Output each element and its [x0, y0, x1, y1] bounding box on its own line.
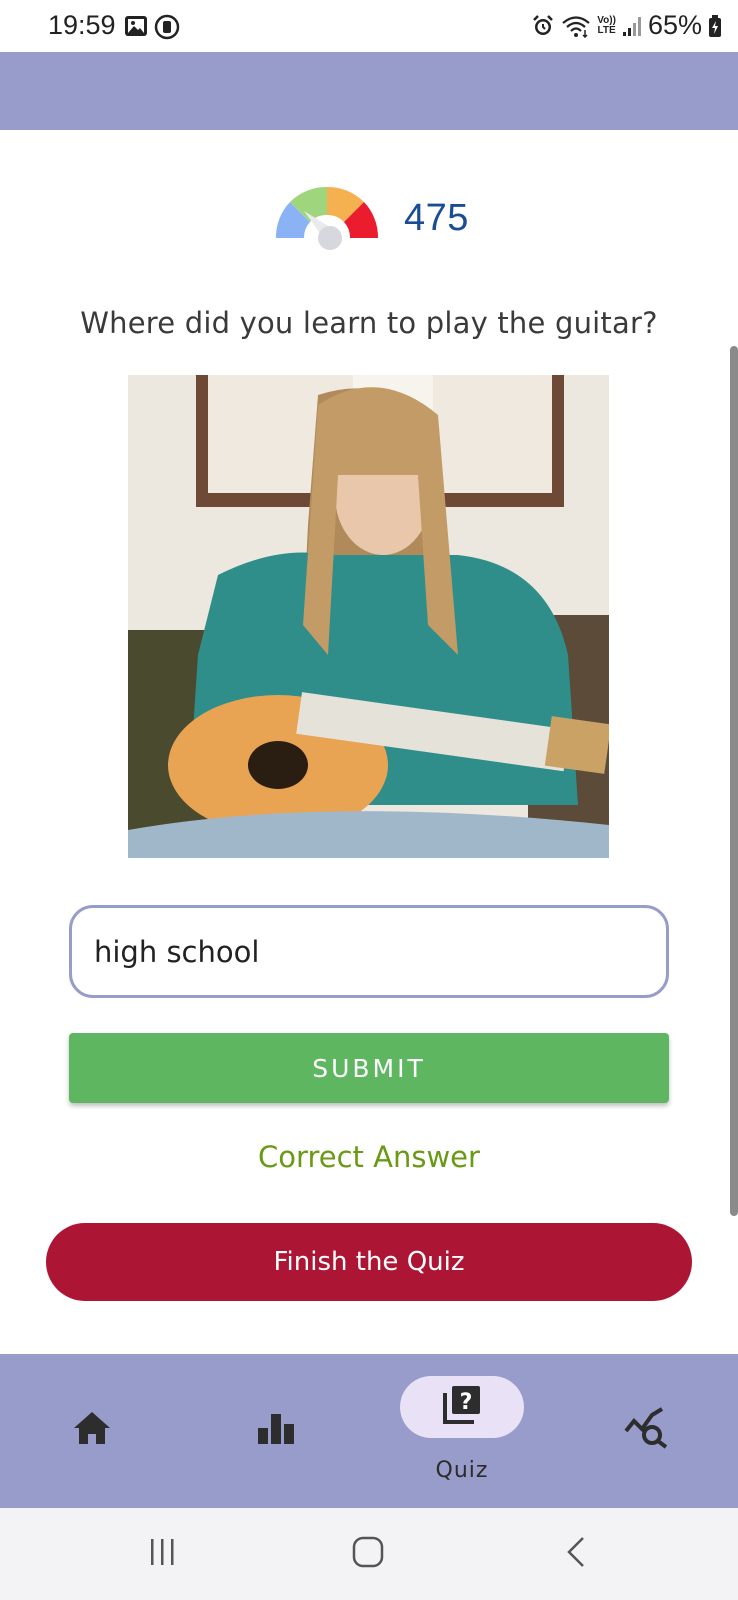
answer-input[interactable] — [69, 905, 669, 998]
quiz-icon: ? — [442, 1385, 482, 1429]
question-text: Where did you learn to play the guitar? — [80, 306, 658, 340]
score-value: 475 — [404, 196, 469, 239]
chart-search-icon — [624, 1407, 668, 1453]
nav-item-home[interactable] — [60, 1354, 124, 1508]
status-system-icons: Vo)) LTE 65% — [531, 10, 722, 41]
home-icon — [72, 1410, 112, 1450]
status-notification-icons — [124, 14, 180, 40]
signal-icon — [622, 14, 642, 38]
system-navigation-bar — [0, 1508, 738, 1600]
nav-label-quiz: Quiz — [435, 1458, 489, 1483]
screen-record-icon — [154, 14, 180, 40]
status-bar: 19:59 Vo)) LTE 65% — [0, 0, 738, 52]
recent-apps-icon — [147, 1537, 177, 1571]
home-system-button[interactable] — [348, 1536, 388, 1572]
home-circle-icon — [352, 1536, 384, 1572]
answer-result-text: Correct Answer — [258, 1140, 480, 1174]
back-chevron-icon — [563, 1536, 589, 1572]
wifi-icon — [561, 14, 591, 38]
scrollbar[interactable] — [730, 346, 738, 1216]
app-bar — [0, 52, 738, 130]
status-time: 19:59 — [48, 10, 116, 40]
battery-charging-icon — [708, 14, 722, 38]
nav-item-insights[interactable] — [614, 1354, 678, 1508]
back-button[interactable] — [556, 1536, 596, 1572]
alarm-icon — [531, 14, 555, 38]
battery-percent: 65% — [647, 10, 702, 40]
finish-quiz-button[interactable]: Finish the Quiz — [46, 1223, 692, 1301]
bar-chart-icon — [256, 1410, 296, 1450]
nav-item-quiz[interactable]: ? Quiz — [400, 1354, 524, 1508]
speedometer-gauge-icon — [268, 174, 386, 262]
submit-button[interactable]: SUBMIT — [69, 1033, 669, 1103]
score-display: 475 — [268, 174, 469, 262]
nav-item-stats[interactable] — [244, 1354, 308, 1508]
svg-text:?: ? — [460, 1390, 473, 1415]
recent-apps-button[interactable] — [142, 1536, 182, 1572]
volte-indicator: Vo)) LTE — [597, 14, 616, 36]
question-photo — [128, 375, 609, 858]
nav-active-indicator: ? — [400, 1376, 524, 1438]
bottom-navigation: ? Quiz — [0, 1354, 738, 1508]
gallery-icon — [124, 14, 148, 38]
